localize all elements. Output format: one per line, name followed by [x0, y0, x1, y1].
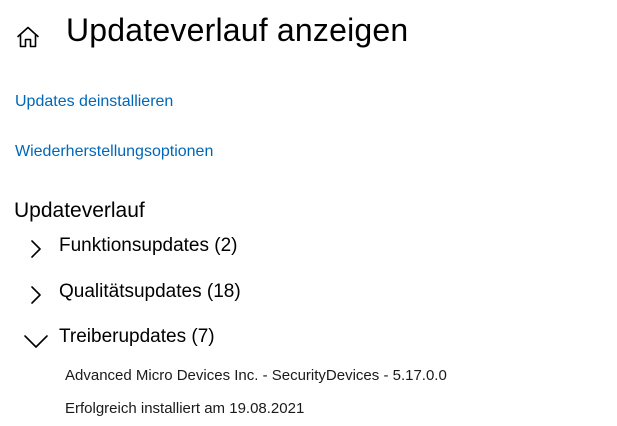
driver-update-name: Advanced Micro Devices Inc. - SecurityDe…: [65, 367, 447, 384]
driver-update-status: Erfolgreich installiert am 19.08.2021: [65, 400, 305, 417]
chevron-right-icon: [22, 283, 52, 307]
quality-updates-label: Qualitätsupdates (18): [59, 281, 241, 302]
home-icon: [15, 24, 41, 50]
chevron-right-icon: [22, 237, 52, 261]
feature-updates-label: Funktionsupdates (2): [59, 235, 238, 256]
chevron-down-icon: [22, 328, 52, 352]
recovery-options-link[interactable]: Wiederherstellungsoptionen: [15, 143, 213, 161]
update-history-heading: Updateverlauf: [14, 199, 145, 222]
page-header: Updateverlauf anzeigen: [0, 0, 617, 70]
page-title: Updateverlauf anzeigen: [66, 12, 409, 48]
driver-updates-label: Treiberupdates (7): [59, 326, 215, 347]
update-history-page: Updateverlauf anzeigen Updates deinstall…: [0, 0, 617, 426]
uninstall-updates-link[interactable]: Updates deinstallieren: [15, 93, 173, 111]
home-button[interactable]: [15, 24, 41, 50]
